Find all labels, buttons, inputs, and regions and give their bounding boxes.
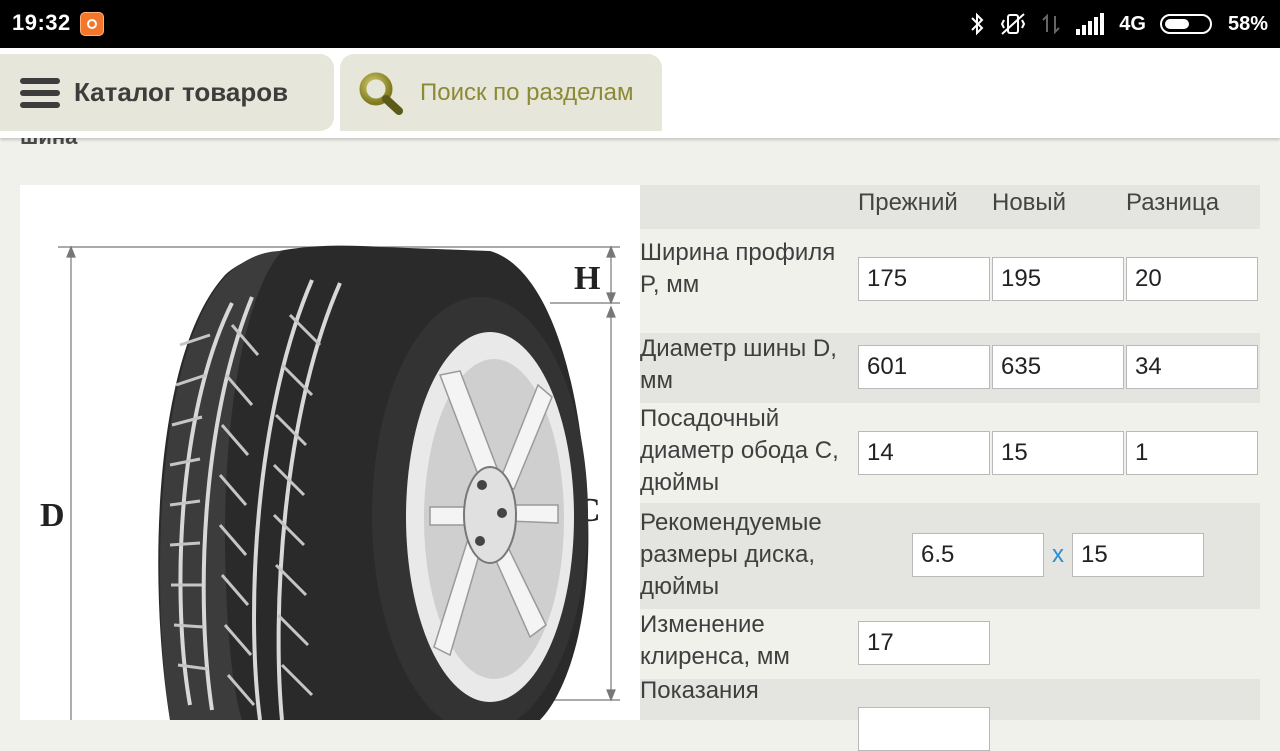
- bluetooth-icon: [971, 12, 984, 36]
- status-bar: 19:32 4G 58%: [0, 0, 1280, 48]
- rim-diameter-new-field[interactable]: 15: [992, 431, 1124, 475]
- table-row: Изменение клиренса, мм 17: [640, 609, 1260, 679]
- profile-width-diff-field: 20: [1126, 257, 1258, 301]
- catalog-button-label: Каталог товаров: [74, 77, 289, 107]
- rim-width-field[interactable]: 6.5: [912, 533, 1044, 577]
- column-header-prev: Прежний: [858, 189, 958, 216]
- profile-width-new-field[interactable]: 195: [992, 257, 1124, 301]
- row-label-profile-width: Ширина профиля P, мм: [640, 239, 836, 298]
- dimension-label-h: H: [574, 260, 600, 297]
- row-label-rim-diameter: Посадочный диаметр обода C, дюймы: [640, 405, 839, 496]
- profile-width-prev-field[interactable]: 175: [858, 257, 990, 301]
- battery-icon: [1159, 14, 1212, 34]
- tire-diameter-diff-field: 34: [1126, 345, 1258, 389]
- hamburger-menu-icon: [20, 76, 60, 110]
- section-search-button[interactable]: Поиск по разделам: [340, 54, 662, 131]
- speedometer-field: [858, 707, 990, 751]
- signal-icon: [1076, 13, 1105, 35]
- status-icons: 4G 58%: [969, 10, 1268, 38]
- rim-diameter-diff-field: 1: [1126, 431, 1258, 475]
- column-header-new: Новый: [992, 189, 1067, 216]
- table-row: Диаметр шины D, мм 601 635 34: [640, 333, 1260, 403]
- section-search-label: Поиск по разделам: [420, 78, 634, 106]
- battery-percent: 58%: [1227, 12, 1268, 35]
- clearance-change-field: 17: [858, 621, 990, 665]
- network-type: 4G: [1119, 12, 1146, 35]
- status-time: 19:32: [12, 10, 71, 35]
- catalog-button[interactable]: Каталог товаров: [0, 54, 334, 131]
- row-label-clearance-change: Изменение клиренса, мм: [640, 611, 790, 670]
- table-row: Ширина профиля P, мм 175 195 20: [640, 237, 1260, 301]
- tire-diameter-prev-field[interactable]: 601: [858, 345, 990, 389]
- tire-diagram: D C H: [20, 185, 640, 720]
- table-header-row: Прежний Новый Разница: [640, 185, 1260, 229]
- search-icon: [359, 72, 403, 115]
- table-row: Показания: [640, 677, 1260, 751]
- dimension-label-d: D: [40, 497, 65, 534]
- data-transfer-icon: [1042, 13, 1060, 35]
- vibrate-off-icon: [1001, 13, 1026, 35]
- column-header-diff: Разница: [1126, 189, 1220, 216]
- row-label-tire-diameter: Диаметр шины D, мм: [640, 335, 837, 394]
- row-label-speedometer: Показания: [640, 677, 759, 704]
- table-row: Рекомендуемые размеры диска, дюймы 6.5 x…: [640, 503, 1260, 609]
- tire-diameter-new-field[interactable]: 635: [992, 345, 1124, 389]
- top-toolbar: Каталог товаров Поиск по разделам: [0, 48, 1280, 138]
- row-label-recommended-rim: Рекомендуемые размеры диска, дюймы: [640, 509, 822, 600]
- rim-diameter-prev-field[interactable]: 14: [858, 431, 990, 475]
- notification-app-icon: [80, 12, 104, 36]
- rim-diameter-field[interactable]: 15: [1072, 533, 1204, 577]
- tire-illustration: [158, 245, 589, 720]
- rim-size-separator: x: [1052, 541, 1064, 568]
- table-row: Посадочный диаметр обода C, дюймы 14 15 …: [640, 403, 1260, 503]
